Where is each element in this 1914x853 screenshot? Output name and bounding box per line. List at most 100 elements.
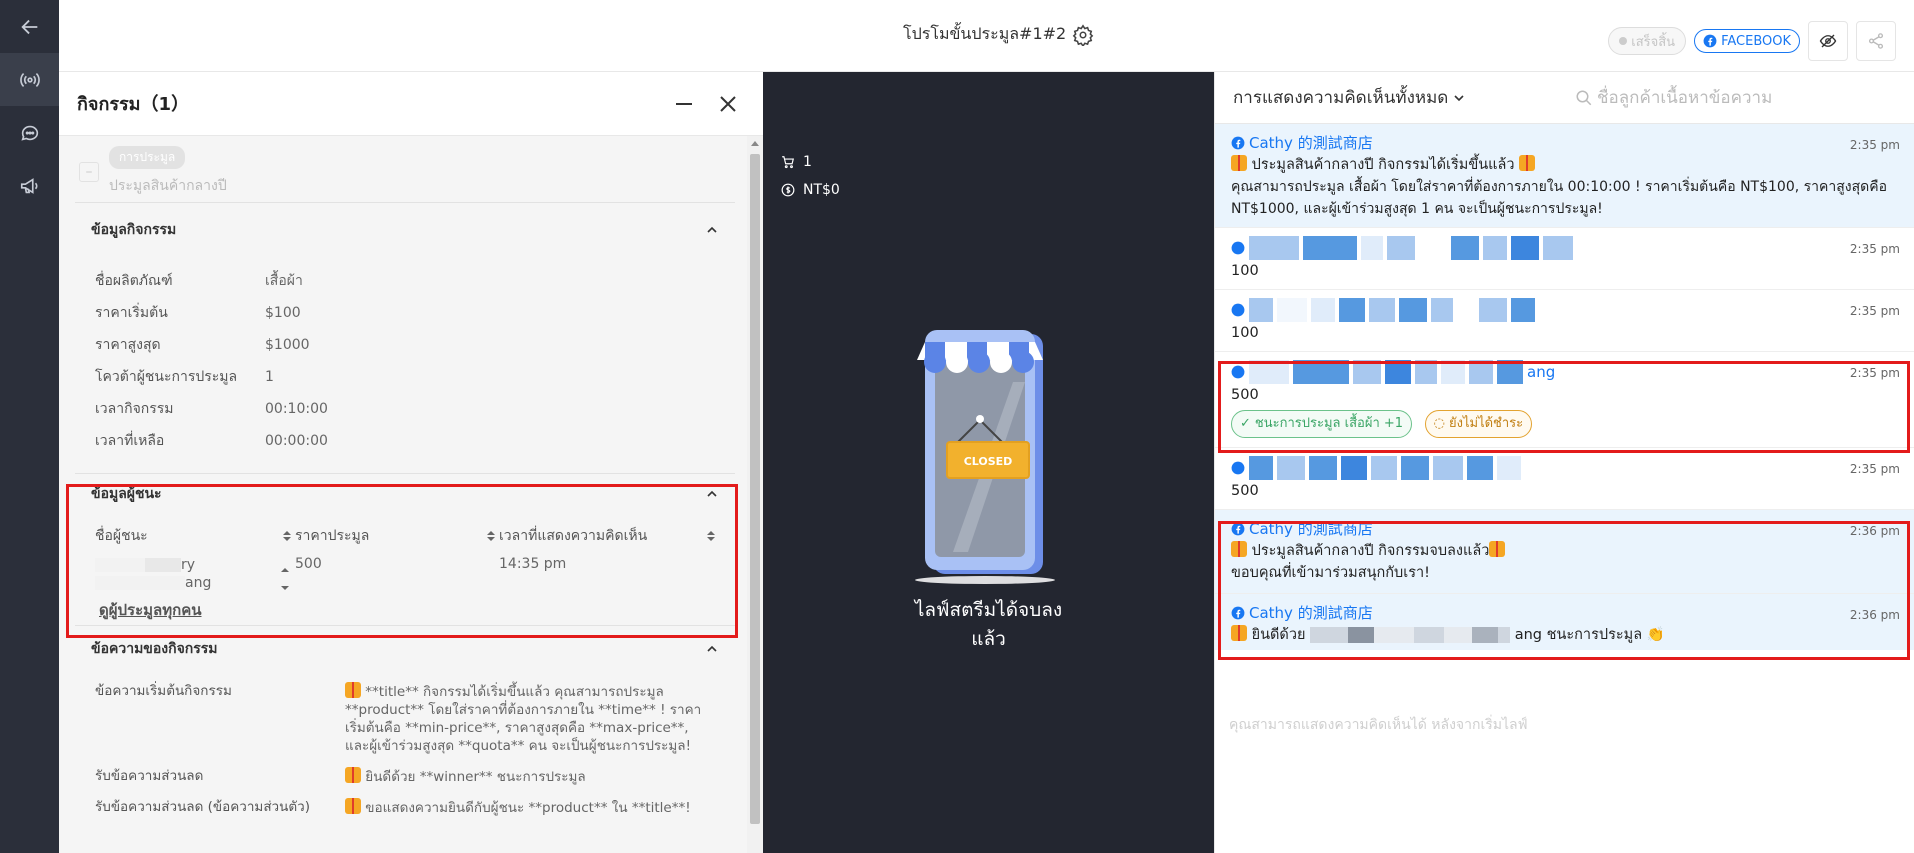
gift-icon [1231,155,1247,171]
panel-title: กิจกรรม（1） [77,94,190,115]
panel-scrollbar[interactable] [747,136,763,853]
col-bid-price: ราคาประมูล [295,528,370,544]
section-title: ข้อความของกิจกรรม [91,641,218,657]
info-row: เวลากิจกรรม 00:10:00 [95,401,328,417]
gift-icon [1231,625,1247,641]
message-row: รับข้อความส่วนลด (ข้อความส่วนตัว) ขอแสดง… [95,798,691,816]
facebook-icon [1231,522,1245,536]
platform-label: FACEBOOK [1721,33,1791,49]
gift-icon [1231,541,1247,557]
back-button[interactable] [0,0,59,53]
comment-item[interactable]: Cathy 的測試商店 2:36 pm ประมูลสินค้ากลางปี ก… [1215,510,1914,594]
minus-icon [676,102,692,105]
info-row: เวลาที่เหลือ 00:00:00 [95,433,328,449]
activity-messages-header[interactable]: ข้อความของกิจกรรม [91,626,719,672]
comment-item[interactable]: 2:35 pm 100 [1215,290,1914,352]
video-area: 1 NT$0 CLOSED ไลฟ์สตรีมได้จบลง แล้ว [763,72,1214,853]
chat-icon [20,125,38,141]
status-label: เสร็จสิ้น [1631,34,1676,50]
close-button[interactable] [713,89,743,119]
gift-icon [1519,155,1536,171]
minimize-button[interactable] [669,89,699,119]
auction-tag: การประมูล [109,146,186,169]
gift-icon [345,798,361,814]
activity-info-section: ข้อมูลกิจกรรม ชื่อผลิตภัณฑ์ เสื้อผ้า ราคา… [75,202,735,473]
rail-item-live[interactable] [0,53,59,106]
chevron-up-icon [707,490,717,497]
sort-icon[interactable] [487,531,495,541]
share-button[interactable] [1856,21,1896,61]
search-icon [1576,90,1592,105]
activity-panel: กิจกรรม（1） – การประมูล ประมูลสินค้ากลางป… [59,72,763,853]
amount: NT$0 [781,182,840,198]
dollar-circle-icon [781,183,795,197]
chevron-up-icon [707,226,717,233]
winner-time: 14:35 pm [499,556,567,572]
chevron-down-icon [1454,94,1464,101]
facebook-icon [1231,136,1245,150]
sort-icon[interactable] [707,531,715,541]
comment-item[interactable]: Cathy 的測試商店 2:35 pm ประมูลสินค้ากลางปี ก… [1215,124,1914,228]
closed-sign-text: CLOSED [964,455,1013,468]
top-bar: โปรโมขั้นประมูล#1#2 เสร็จสิ้น FACEBOOK [59,0,1914,72]
facebook-icon [1231,303,1245,317]
rail-item-chat[interactable] [0,106,59,159]
collapse-icon[interactable]: – [79,162,99,182]
status-dot-icon [1619,37,1628,45]
activity-info-header[interactable]: ข้อมูลกิจกรรม [91,203,719,257]
hide-button[interactable] [1808,21,1848,61]
clap-icon: 👏 [1646,627,1665,643]
platform-badge: FACEBOOK [1694,29,1800,53]
col-winner-name: ชื่อผู้ชนะ [95,528,148,544]
see-all-bidders-link[interactable]: ดูผู้ประมูลทุกคน [95,598,719,622]
scroll-thumb[interactable] [750,154,760,824]
comments-panel: การแสดงความคิดเห็นทั้งหมด ชื่อลูกค้าเนื้… [1214,72,1914,853]
comments-filter-dropdown[interactable]: การแสดงความคิดเห็นทั้งหมด [1233,84,1575,111]
facebook-icon [1231,365,1245,379]
winner-table: ชื่อผู้ชนะ ราคาประมูล เวลาที่แสดงความคิด… [91,522,719,622]
status-badge: เสร็จสิ้น [1608,27,1687,55]
comment-item[interactable]: Cathy 的測試商店 2:36 pm ยินดีด้วย ang ชนะการ… [1215,594,1914,650]
winner-info-header[interactable]: ข้อมูลผู้ชนะ [91,474,719,514]
eye-off-icon [1819,34,1837,48]
winner-price: 500 [295,556,322,572]
left-rail [0,0,59,853]
info-row: ชื่อผลิตภัณฑ์ เสื้อผ้า [95,273,303,289]
row-scroll-icon[interactable] [281,568,289,590]
auction-item[interactable]: – การประมูล ประมูลสินค้ากลางปี [75,136,735,196]
info-row: ราคาสูงสุด $1000 [95,337,310,353]
cart-icon [782,156,794,169]
winner-info-section: ข้อมูลผู้ชนะ ชื่อผู้ชนะ ราคาประมูล เวลาท… [75,473,735,619]
rail-item-announce[interactable] [0,159,59,212]
panel-body: – การประมูล ประมูลสินค้ากลางปี ข้อมูลกิจ… [59,136,747,853]
comment-disabled-hint: คุณสามารถแสดงความคิดเห็นได้ หลังจากเริ่ม… [1229,717,1528,733]
col-comment-time: เวลาที่แสดงความคิดเห็น [499,528,648,544]
section-title: ข้อมูลกิจกรรม [91,222,177,238]
info-row: โควต้าผู้ชนะการประมูล 1 [95,369,274,385]
close-icon [720,95,736,112]
facebook-icon [1231,606,1245,620]
arrow-left-icon [20,19,37,34]
section-title: ข้อมูลผู้ชนะ [91,486,162,502]
table-row: ry ang 500 14:35 pm [95,550,719,594]
gift-icon [1489,541,1506,557]
gift-icon [345,682,361,698]
page-title: โปรโมขั้นประมูล#1#2 [903,22,1094,47]
comment-item[interactable]: 2:35 pm 500 [1215,448,1914,510]
chevron-up-icon [707,645,717,652]
winner-chip: ✓ ชนะการประมูล เสื้อผ้า +1 [1231,410,1413,438]
broadcast-icon [19,72,40,87]
message-row: ข้อความเริ่มต้นกิจกรรม **title** กิจกรรม… [95,682,702,754]
facebook-icon [1703,34,1717,48]
share-icon [1868,33,1884,49]
unpaid-chip: ◌ ยังไม่ได้ชำระ [1424,410,1533,438]
sort-icon[interactable] [283,531,291,541]
clock-icon: ◌ [1433,416,1445,431]
auction-name: ประมูลสินค้ากลางปี [109,178,227,194]
live-ended-message: ไลฟ์สตรีมได้จบลง แล้ว [914,599,1063,650]
live-title: โปรโมขั้นประมูล#1#2 [903,24,1067,43]
comment-item[interactable]: 2:35 pm 100 [1215,228,1914,290]
comment-item[interactable]: ang 2:35 pm 500 ✓ ชนะการประมูล เสื้อผ้า +… [1215,352,1914,448]
comment-search-input[interactable]: ชื่อลูกค้าเนื้อหาข้อความ [1575,84,1772,111]
gear-icon[interactable] [1072,23,1094,46]
